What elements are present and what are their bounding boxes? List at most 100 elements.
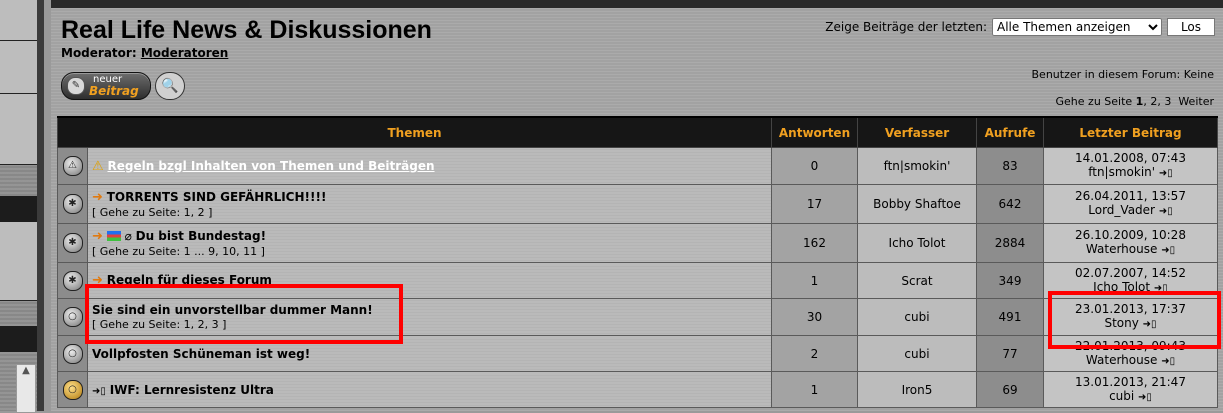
pagination-prefix: Gehe zu Seite	[1055, 95, 1133, 108]
topic-read-icon: ○	[57, 298, 88, 336]
table-row: ✱ ➜ TORRENTS SIND GEFÄHRLICH!!!! [ Gehe …	[57, 184, 1218, 224]
next-page-link[interactable]: Weiter	[1178, 95, 1214, 108]
last-post-date: 23.01.2013, 17:37	[1075, 302, 1186, 316]
sticky-icon: ✱	[57, 184, 88, 224]
topic-title[interactable]: Du bist Bundestag!	[136, 229, 266, 243]
last-post-date: 26.10.2009, 10:28	[1075, 228, 1186, 242]
col-last-post[interactable]: Letzter Beitrag	[1043, 116, 1218, 148]
announcement-icon: ⚠	[57, 147, 88, 185]
moderator-label: Moderator:	[61, 46, 137, 60]
moderator-link[interactable]: Moderatoren	[141, 46, 229, 60]
author-link[interactable]: Scrat	[901, 274, 932, 288]
topic-cell: ➜ Regeln für dieses Forum	[87, 262, 772, 299]
search-forum-icon[interactable]: 🔍	[155, 72, 185, 100]
new-post-button[interactable]: ✎ neuer Beitrag	[61, 72, 151, 100]
table-row: ○ Vollpfosten Schüneman ist weg! 2 cubi …	[57, 335, 1218, 372]
filter-select[interactable]: Alle Themen anzeigen	[992, 18, 1162, 36]
goto-last-post-icon[interactable]: ➜▯	[1159, 168, 1173, 179]
author-cell: Iron5	[857, 371, 977, 408]
sidebar-block	[0, 222, 37, 301]
author-link[interactable]: cubi	[904, 310, 929, 324]
goto-last-post-icon[interactable]: ➜▯	[1138, 392, 1152, 403]
scroll-up-icon[interactable]: ▲	[17, 365, 35, 376]
topic-title[interactable]: Sie sind ein unvorstellbar dummer Mann!	[92, 303, 373, 317]
goto-last-post-icon[interactable]: ➜▯	[1161, 356, 1175, 367]
topic-title[interactable]: Regeln für dieses Forum	[107, 273, 272, 287]
col-topics[interactable]: Themen	[57, 116, 772, 148]
sidebar-edge	[37, 0, 44, 411]
table-row: ✱ ➜ ⌀ Du bist Bundestag! [ Gehe zu Seite…	[57, 223, 1218, 263]
filter-label: Zeige Beiträge der letzten:	[825, 20, 987, 34]
col-views[interactable]: Aufrufe	[976, 116, 1044, 148]
author-link[interactable]: Icho Tolot	[889, 236, 946, 250]
last-post-user[interactable]: Stony	[1104, 316, 1138, 330]
pencil-icon: ✎	[67, 77, 85, 95]
author-link[interactable]: cubi	[904, 347, 929, 361]
moderator-line: Moderator: Moderatoren	[61, 46, 228, 60]
author-cell: ftn|smokin'	[857, 147, 977, 185]
topic-filter: Zeige Beiträge der letzten: Alle Themen …	[825, 18, 1215, 36]
last-post-cell: 26.10.2009, 10:28 Waterhouse ➜▯	[1043, 223, 1218, 263]
replies: 30	[771, 298, 858, 336]
topic-cell: ➜ TORRENTS SIND GEFÄHRLICH!!!! [ Gehe zu…	[87, 184, 772, 224]
table-row: ○ Sie sind ein unvorstellbar dummer Mann…	[57, 298, 1218, 336]
last-post-user[interactable]: cubi	[1109, 389, 1134, 403]
last-post-user[interactable]: Waterhouse	[1086, 353, 1157, 367]
warning-icon: ⚠	[92, 158, 104, 174]
sticky-icon: ✱	[57, 223, 88, 263]
views: 77	[976, 335, 1044, 372]
last-post-cell: 14.01.2008, 07:43 ftn|smokin' ➜▯	[1043, 147, 1218, 185]
replies: 1	[771, 262, 858, 299]
topic-new-icon: ○	[57, 371, 88, 408]
last-post-user[interactable]: Lord_Vader	[1088, 203, 1155, 217]
author-link[interactable]: Iron5	[902, 383, 933, 397]
moved-topic-icon: ➜▯	[92, 385, 106, 397]
col-replies[interactable]: Antworten	[771, 116, 858, 148]
topic-cell: ➜ ⌀ Du bist Bundestag! [ Gehe zu Seite: …	[87, 223, 772, 263]
goto-last-post-icon[interactable]: ➜▯	[1161, 245, 1175, 256]
topic-read-icon: ○	[57, 335, 88, 372]
topic-title[interactable]: Vollpfosten Schüneman ist weg!	[92, 347, 310, 361]
topic-pages[interactable]: [ Gehe zu Seite: 1 ... 9, 10, 11 ]	[92, 245, 265, 258]
author-cell: Icho Tolot	[857, 223, 977, 263]
goto-last-post-icon[interactable]: ➜▯	[1159, 206, 1173, 217]
views: 2884	[976, 223, 1044, 263]
topic-title[interactable]: Regeln bzgl Inhalten von Themen und Beit…	[107, 159, 434, 173]
last-post-date: 02.07.2007, 14:52	[1075, 265, 1186, 280]
attachment-icon: ⌀	[124, 228, 132, 243]
author-cell: cubi	[857, 298, 977, 336]
replies: 1	[771, 371, 858, 408]
page-link-3[interactable]: 3	[1164, 95, 1171, 108]
last-post-cell: 26.04.2011, 13:57 Lord_Vader ➜▯	[1043, 184, 1218, 224]
goto-last-post-icon[interactable]: ➜▯	[1154, 283, 1168, 294]
new-post-line2: Beitrag	[89, 84, 139, 98]
table-row: ○ ➜▯ IWF: Lernresistenz Ultra 1 Iron5 69…	[57, 371, 1218, 408]
last-post-cell: 02.07.2007, 14:52 Icho Tolot ➜▯	[1043, 262, 1218, 299]
last-post-user[interactable]: ftn|smokin'	[1088, 165, 1155, 179]
topic-pages[interactable]: [ Gehe zu Seite: 1, 2, 3 ]	[92, 318, 226, 331]
table-header: Themen Antworten Verfasser Aufrufe Letzt…	[57, 116, 1218, 148]
forum-main: Real Life News & Diskussionen Moderator:…	[51, 0, 1223, 411]
last-post-date: 14.01.2008, 07:43	[1075, 151, 1186, 165]
users-in-forum: Benutzer in diesem Forum: Keine	[1031, 68, 1214, 81]
arrow-icon: ➜	[92, 228, 103, 244]
topic-title[interactable]: IWF: Lernresistenz Ultra	[110, 383, 274, 397]
goto-last-post-icon[interactable]: ➜▯	[1143, 319, 1157, 330]
replies: 162	[771, 223, 858, 263]
topic-cell: Sie sind ein unvorstellbar dummer Mann! …	[87, 298, 772, 336]
page-link-2[interactable]: 2	[1150, 95, 1157, 108]
views: 69	[976, 371, 1044, 408]
last-post-user[interactable]: Waterhouse	[1086, 242, 1157, 256]
topic-title[interactable]: TORRENTS SIND GEFÄHRLICH!!!!	[107, 190, 327, 204]
author-link[interactable]: ftn|smokin'	[884, 159, 951, 173]
sidebar-block	[0, 0, 37, 41]
go-button[interactable]: Los	[1167, 18, 1215, 36]
views: 83	[976, 147, 1044, 185]
author-link[interactable]: Bobby Shaftoe	[873, 197, 961, 211]
scrollbar[interactable]: ▲	[16, 364, 36, 413]
topic-pages[interactable]: [ Gehe zu Seite: 1, 2 ]	[92, 206, 212, 219]
last-post-user[interactable]: Icho Tolot	[1093, 280, 1150, 294]
col-author[interactable]: Verfasser	[857, 116, 977, 148]
sidebar-block	[0, 41, 37, 94]
pagination: Gehe zu Seite 1, 2, 3 Weiter	[1055, 95, 1214, 108]
